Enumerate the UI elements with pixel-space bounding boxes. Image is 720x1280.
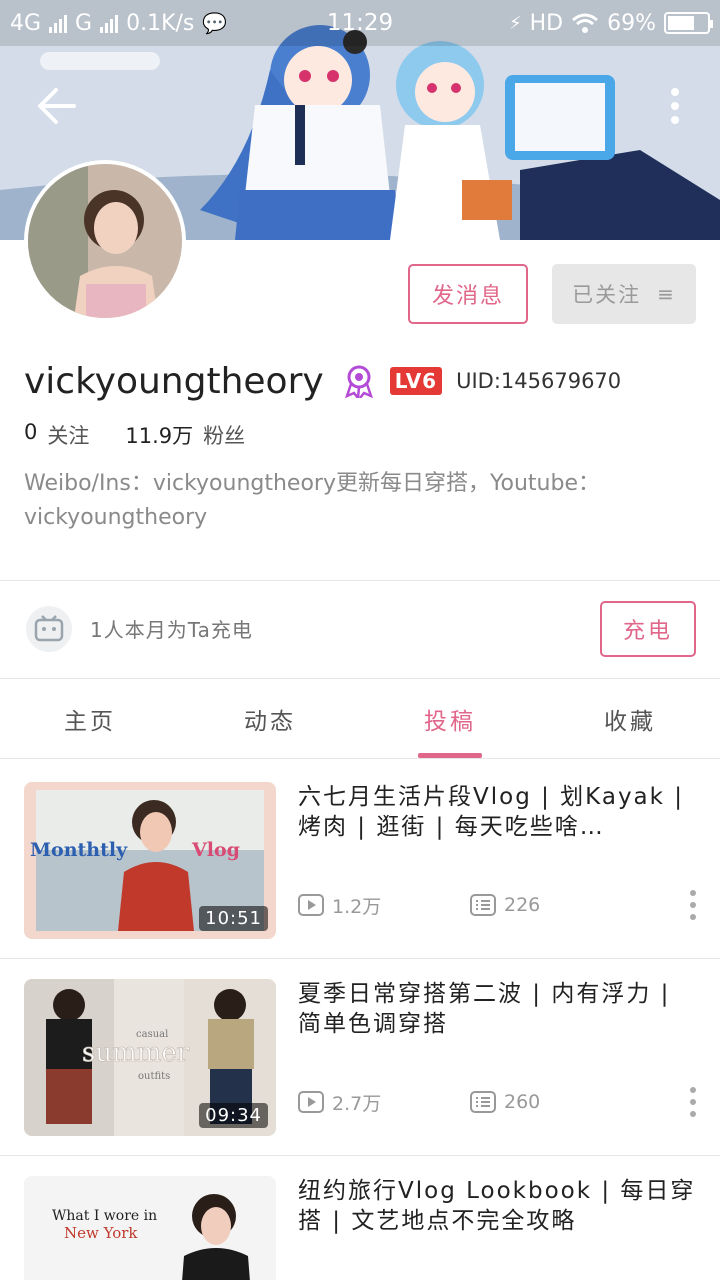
video-duration: 10:51 [199,906,268,931]
avatar-image [28,164,182,318]
username: vickyoungtheory [24,360,324,402]
divider [0,678,720,679]
back-arrow-icon[interactable] [34,84,78,128]
tab-uploads[interactable]: 投稿 [360,680,540,758]
video-meta: 2.7万 260 [298,1087,658,1117]
thumb-caption: New York [64,1224,138,1242]
uid-label: UID:145679670 [456,369,622,393]
more-options-icon[interactable] [688,888,698,922]
tab-home[interactable]: 主页 [0,680,180,758]
video-meta: 1.2万 226 [298,890,658,920]
battery-icon [664,12,713,34]
bio-text: Weibo/Ins：vickyoungtheory更新每日穿搭，Youtube：… [24,471,600,530]
video-thumbnail[interactable]: casual summer outfits 09:34 [24,979,276,1136]
play-count: 1.2万 [332,895,382,918]
video-item[interactable]: Monthtly Vlog 10:51 六七月生活片段Vlog | 划Kayak… [0,758,720,954]
status-bar: 4G G 0.1K/s 💬 11:29 ⚡ HD 69% [0,0,720,46]
following-text[interactable]: 关注 [47,420,89,450]
thumb-caption: summer [82,1038,190,1068]
wechat-icon: 💬 [202,11,228,35]
following-button[interactable]: 已关注 ≡ [552,264,696,324]
danmaku-count-icon [470,894,496,916]
charge-info: 1人本月为Ta充电 [90,618,253,642]
video-title[interactable]: 纽约旅行Vlog Lookbook | 每日穿搭 | 文艺地点不完全攻略 [298,1176,698,1236]
level-badge: LV6 [389,367,443,395]
fans-text[interactable]: 粉丝 [203,420,245,450]
danmaku-count: 226 [504,894,541,916]
video-thumbnail[interactable]: What I wore in New York [24,1176,276,1280]
battery-saver-icon: ⚡ [508,12,522,34]
play-count-icon [298,894,324,916]
avatar[interactable] [24,160,186,322]
video-item[interactable]: casual summer outfits 09:34 夏季日常穿搭第二波 | … [0,955,720,1151]
menu-icon: ≡ [657,282,676,306]
danmaku-count: 260 [504,1091,541,1113]
more-vertical-icon[interactable] [660,84,690,128]
danmaku-count-icon [470,1091,496,1113]
fans-count[interactable]: 11.9万 [125,420,193,450]
battery-percent: 69% [607,10,656,36]
thumb-caption: Monthtly [30,839,128,861]
thumb-caption: What I wore in [52,1208,157,1224]
video-item[interactable]: What I wore in New York 纽约旅行Vlog Lookboo… [0,1152,720,1280]
following-count[interactable]: 0 [24,420,37,450]
profile-tabs: 主页 动态 投稿 收藏 [0,680,720,758]
video-duration: 09:34 [199,1103,268,1128]
tab-favorites[interactable]: 收藏 [540,680,720,758]
charge-avatar-icon [26,606,72,652]
hd-label: HD [529,10,564,36]
video-thumbnail[interactable]: Monthtly Vlog 10:51 [24,782,276,939]
follow-stats: 0 关注 11.9万 粉丝 [24,420,271,450]
signal-icon-2 [100,13,119,33]
signal-icon [49,13,68,33]
following-label: 已关注 [572,283,642,307]
tab-dynamics[interactable]: 动态 [180,680,360,758]
name-row: vickyoungtheory LV6 UID:145679670 [24,356,621,406]
play-count: 2.7万 [332,1092,382,1115]
thumb-caption: outfits [138,1071,170,1082]
certified-badge-icon[interactable] [344,364,374,398]
thumb-caption: Vlog [191,839,240,861]
network-speed: 0.1K/s [126,10,195,36]
send-message-button[interactable]: 发消息 [408,264,528,324]
network-type-label: 4G [10,10,42,36]
video-title[interactable]: 夏季日常穿搭第二波 | 内有浮力 | 简单色调穿搭 [298,979,698,1039]
thumbnail-image: What I wore in New York [24,1176,276,1280]
divider [0,580,720,581]
video-title[interactable]: 六七月生活片段Vlog | 划Kayak | 烤肉 | 逛街 | 每天吃些啥… [298,782,698,842]
more-options-icon[interactable] [688,1085,698,1119]
wifi-icon [572,13,599,33]
charge-button[interactable]: 充电 [600,601,696,657]
play-count-icon [298,1091,324,1113]
network-type-label-2: G [75,10,93,36]
